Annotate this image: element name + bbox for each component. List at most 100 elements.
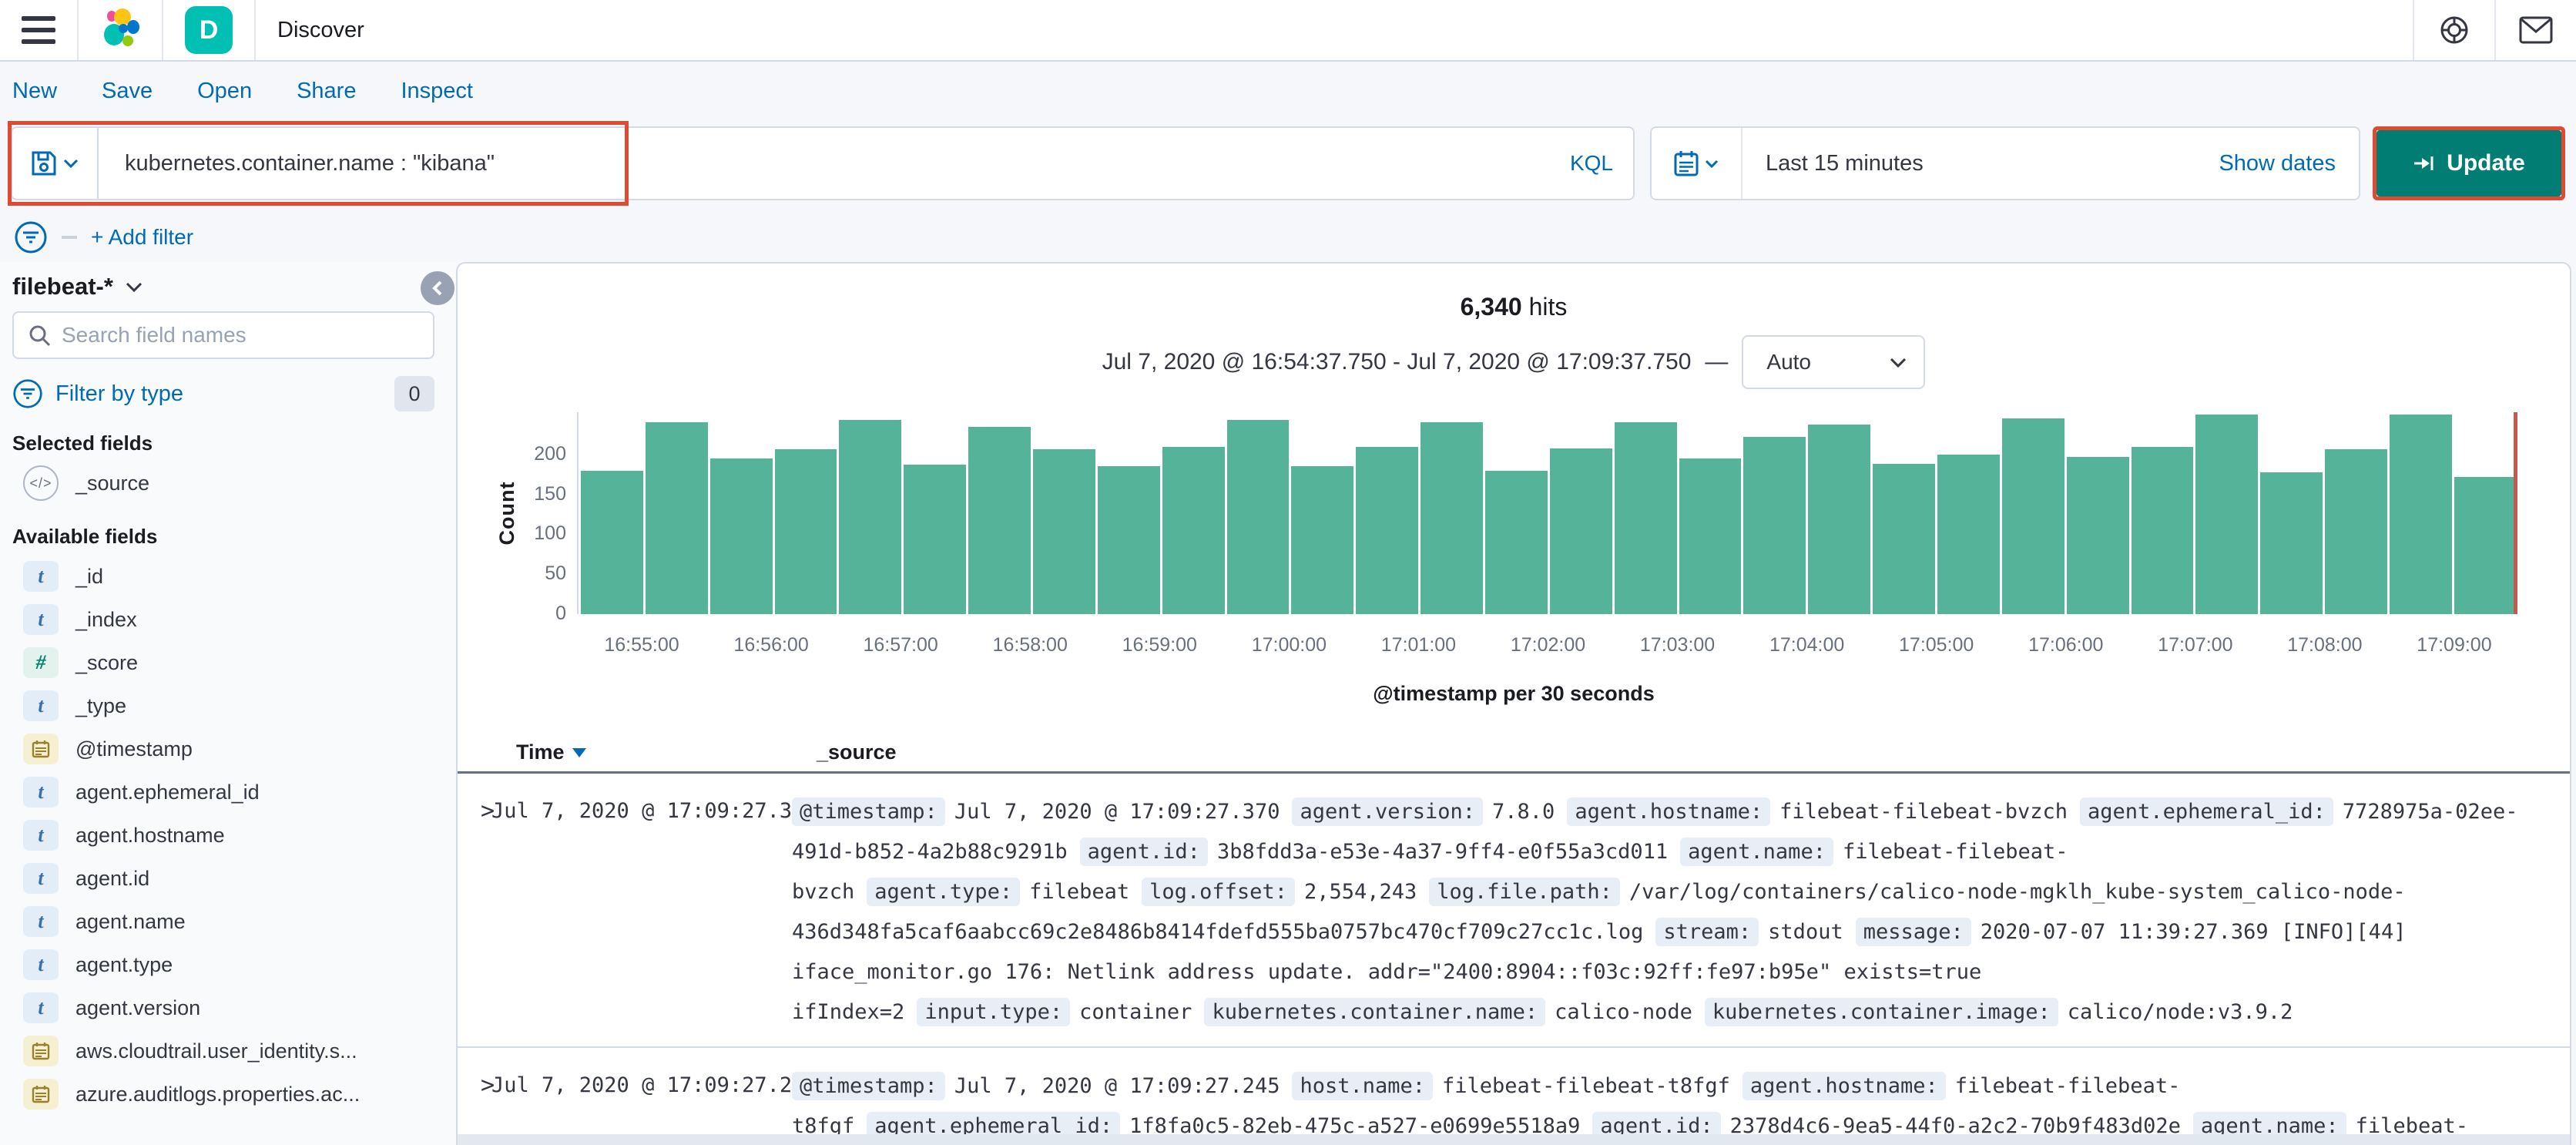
search-icon (28, 324, 51, 347)
doc-timestamp: Jul 7, 2020 @ 17:09:27.245 (491, 1073, 817, 1097)
histogram-bar[interactable] (1097, 466, 1160, 614)
expand-row-icon[interactable]: > (458, 792, 495, 1033)
field-name: azure.auditlogs.properties.ac... (75, 1082, 361, 1106)
histogram-bar[interactable] (645, 422, 708, 614)
field-name: _source (75, 471, 150, 495)
top-bar-right (2413, 0, 2576, 60)
field-item[interactable]: t agent.id (12, 857, 434, 900)
x-axis-ticks: 16:55:00 16:56:00 16:57:00 16:58:00 16:59:00… (577, 634, 2519, 659)
range-dash: — (1705, 349, 1729, 374)
expand-row-icon[interactable]: > (458, 1066, 495, 1145)
time-column-header[interactable]: Time (516, 740, 817, 764)
x-tick-label: 16:57:00 (863, 634, 938, 656)
index-pattern-selector[interactable]: filebeat-* (12, 268, 434, 305)
histogram-bar[interactable] (1808, 425, 1871, 614)
histogram-bar[interactable] (1356, 447, 1419, 614)
field-item[interactable]: @timestamp (12, 727, 434, 771)
field-badge: @timestamp: (792, 797, 945, 826)
histogram-bar[interactable] (1679, 458, 1742, 614)
x-axis-title: @timestamp per 30 seconds (1373, 682, 1655, 705)
histogram-bar[interactable] (2390, 415, 2452, 614)
field-item[interactable]: </> _source (12, 462, 434, 505)
histogram-bar[interactable] (968, 427, 1031, 614)
newsfeed-button[interactable] (2496, 0, 2576, 60)
histogram-bar[interactable] (2131, 447, 2194, 614)
date-field-icon (23, 1079, 59, 1110)
query-input[interactable]: kubernetes.container.name : "kibana" KQL (97, 126, 1635, 200)
field-item[interactable]: aws.cloudtrail.user_identity.s... (12, 1029, 434, 1073)
histogram-bar[interactable] (1291, 466, 1354, 614)
show-dates-button[interactable]: Show dates (2219, 151, 2359, 176)
update-button[interactable]: Update (2376, 130, 2561, 196)
next-row-edge (458, 1134, 2570, 1145)
field-item[interactable]: t agent.type (12, 943, 434, 986)
chevron-down-icon (1890, 357, 1907, 368)
nav-link-save[interactable]: Save (102, 79, 153, 112)
field-value: calico-node (1555, 1000, 1692, 1024)
nav-link-inspect[interactable]: Inspect (401, 79, 473, 112)
field-item[interactable]: t agent.version (12, 986, 434, 1029)
histogram-bar[interactable] (709, 458, 773, 614)
histogram-bar[interactable] (839, 420, 902, 614)
save-icon (31, 150, 57, 176)
histogram-bar[interactable] (1873, 464, 1936, 614)
histogram-bar[interactable] (2454, 477, 2517, 614)
toolbar-area: New Save Open Share Inspect kubernetes.c… (0, 63, 2576, 262)
chevron-left-icon (432, 280, 443, 296)
histogram-bar[interactable] (2195, 415, 2259, 614)
histogram-bar[interactable] (1937, 455, 2000, 614)
nav-link-open[interactable]: Open (197, 79, 252, 112)
field-item[interactable]: t _id (12, 555, 434, 598)
filter-by-type-button[interactable]: Filter by type (55, 381, 183, 407)
histogram-bar[interactable] (774, 449, 837, 614)
elastic-logo[interactable] (100, 8, 140, 52)
saved-query-menu-button[interactable] (11, 126, 97, 200)
interval-select[interactable]: Auto (1742, 335, 1926, 389)
histogram-bar[interactable] (2066, 457, 2129, 614)
filter-icon[interactable] (14, 220, 48, 254)
field-badge: @timestamp: (792, 1072, 945, 1100)
histogram-bar[interactable] (1485, 471, 1548, 614)
nav-link-share[interactable]: Share (297, 79, 356, 112)
field-search-input[interactable]: Search field names (12, 311, 434, 359)
histogram-bar[interactable] (1743, 437, 1806, 614)
histogram-bar[interactable] (581, 471, 643, 614)
filter-icon (12, 378, 43, 409)
field-item[interactable]: t _index (12, 598, 434, 641)
field-name: @timestamp (75, 737, 193, 761)
field-item[interactable]: t agent.ephemeral_id (12, 771, 434, 814)
field-item[interactable]: t agent.name (12, 900, 434, 943)
x-tick-label: 16:58:00 (992, 634, 1068, 656)
string-field-icon: t (23, 604, 59, 635)
date-quick-select-button[interactable] (1652, 128, 1742, 199)
field-item[interactable]: # _score (12, 641, 434, 684)
histogram-bar[interactable] (1420, 422, 1484, 614)
histogram-bar[interactable] (1226, 420, 1290, 614)
string-field-icon: t (23, 561, 59, 592)
field-item[interactable]: t _type (12, 684, 434, 727)
histogram-bar[interactable] (1549, 448, 1612, 614)
add-filter-button[interactable]: + Add filter (91, 225, 193, 250)
string-field-icon: t (23, 863, 59, 894)
histogram-bar[interactable] (2260, 472, 2323, 614)
field-badge: message: (1855, 918, 1971, 946)
query-text: kubernetes.container.name : "kibana" (125, 150, 495, 176)
field-item[interactable]: azure.auditlogs.properties.ac... (12, 1073, 434, 1116)
available-fields-list: t _id t _index # _score t _type @timestamp t agent… (12, 555, 434, 1116)
histogram-bar[interactable] (1033, 449, 1095, 614)
time-range-label[interactable]: Last 15 minutes (1742, 151, 2219, 176)
histogram-bar[interactable] (2001, 418, 2064, 614)
histogram-bar[interactable] (2325, 449, 2388, 614)
menu-icon[interactable] (22, 16, 55, 44)
top-nav-menu: New Save Open Share Inspect (0, 63, 2576, 112)
histogram-bar[interactable] (1162, 447, 1225, 614)
histogram-plot[interactable] (577, 412, 2519, 614)
histogram-bar[interactable] (1614, 422, 1677, 614)
query-language-button[interactable]: KQL (1570, 151, 1613, 176)
collapse-sidebar-button[interactable] (421, 271, 454, 305)
help-button[interactable] (2414, 0, 2494, 60)
histogram-bar[interactable] (904, 465, 967, 614)
nav-link-new[interactable]: New (12, 79, 57, 112)
string-field-icon: t (23, 949, 59, 980)
field-item[interactable]: t agent.hostname (12, 814, 434, 857)
